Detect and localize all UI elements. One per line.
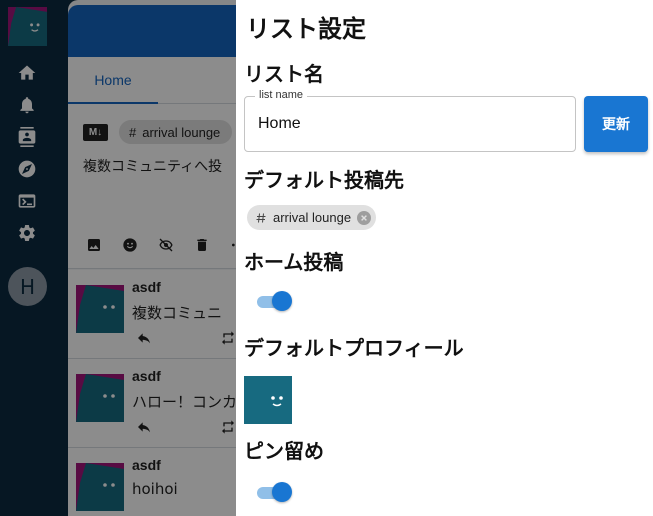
chip-remove-icon[interactable]: [357, 210, 372, 225]
pin-heading: ピン留め: [244, 439, 324, 463]
profile-avatar-image: [244, 376, 292, 424]
pin-toggle[interactable]: [255, 481, 293, 503]
list-name-input[interactable]: [258, 113, 558, 135]
list-settings-drawer: リスト設定 リスト名 list name 更新 デフォルト投稿先 arrival…: [236, 0, 653, 516]
default-profile-heading: デフォルトプロフィール: [244, 336, 464, 360]
drawer-title: リスト設定: [246, 15, 366, 43]
home-post-heading: ホーム投稿: [244, 250, 344, 274]
default-profile-avatar[interactable]: [244, 376, 292, 424]
destination-chip-label: arrival lounge: [273, 210, 352, 225]
list-name-field[interactable]: list name: [244, 89, 576, 152]
home-post-toggle[interactable]: [255, 290, 293, 312]
toggle-thumb: [272, 482, 292, 502]
update-button[interactable]: 更新: [584, 96, 648, 152]
hash-icon: [256, 212, 266, 223]
list-name-heading: リスト名: [244, 62, 324, 86]
destination-chip[interactable]: arrival lounge: [247, 205, 377, 230]
list-name-label: list name: [255, 89, 308, 101]
default-destination-heading: デフォルト投稿先: [244, 168, 404, 192]
toggle-thumb: [272, 291, 292, 311]
